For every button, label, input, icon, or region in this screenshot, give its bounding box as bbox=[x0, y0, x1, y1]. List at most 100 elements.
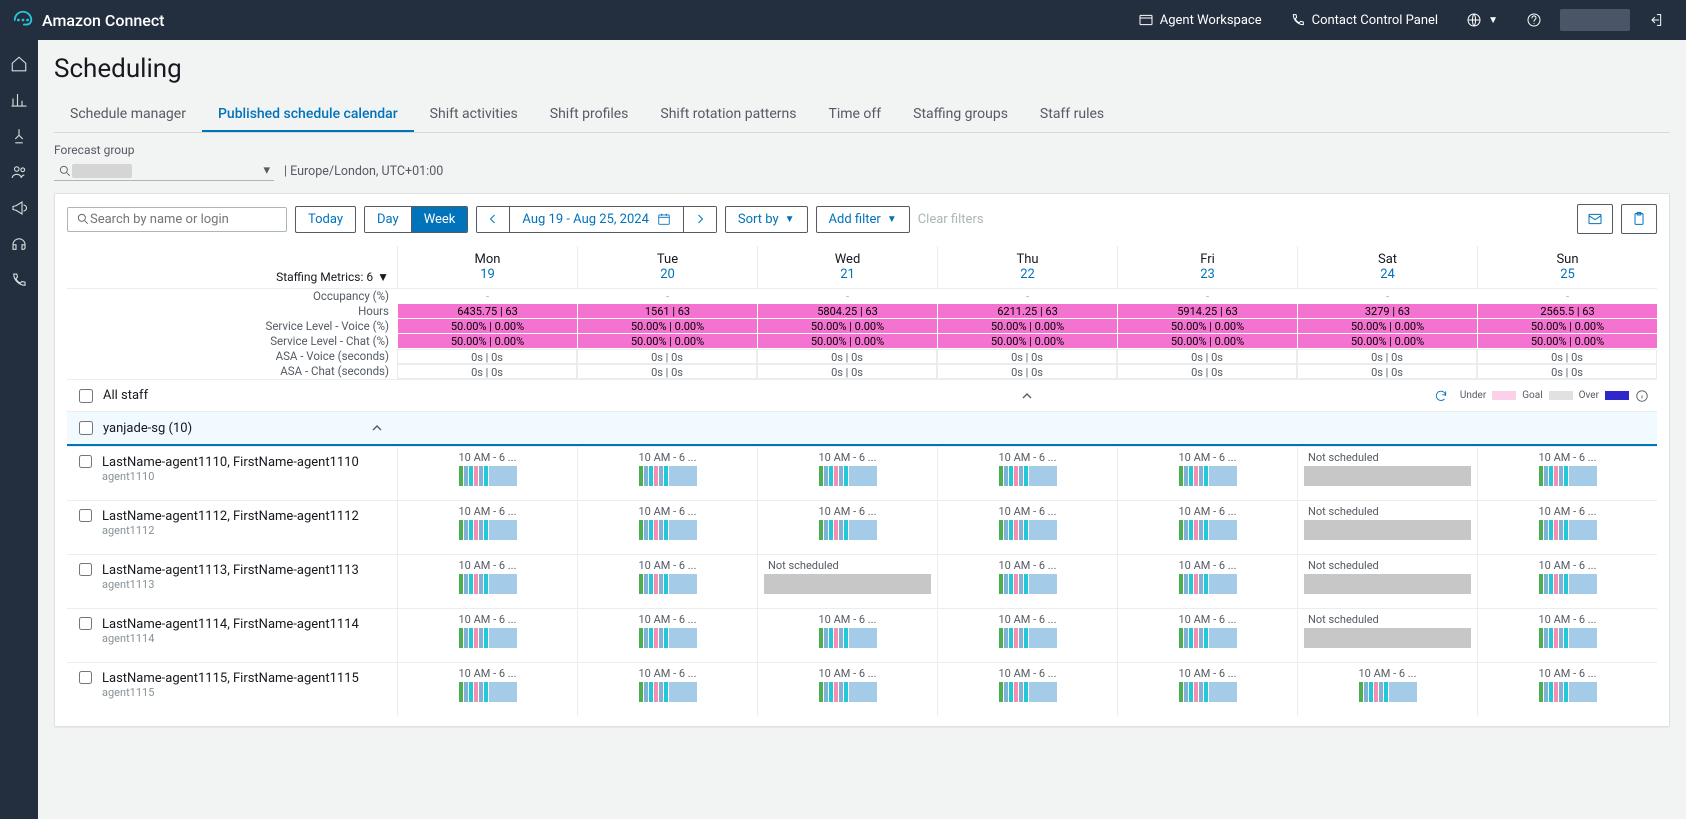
metric-cell: 0s | 0s bbox=[397, 364, 577, 379]
metric-cell: - bbox=[397, 289, 577, 304]
forecast-group-select[interactable]: ▾ bbox=[54, 161, 274, 181]
schedule-cell[interactable]: 10 AM - 6 ... bbox=[1477, 555, 1657, 608]
sort-by-button[interactable]: Sort by▼ bbox=[725, 206, 808, 233]
schedule-cell[interactable]: 10 AM - 6 ... bbox=[937, 663, 1117, 716]
schedule-cell[interactable]: 10 AM - 6 ... bbox=[397, 609, 577, 662]
tab-shift-profiles[interactable]: Shift profiles bbox=[534, 98, 645, 132]
refresh-icon[interactable] bbox=[1434, 389, 1448, 403]
schedule-cell[interactable]: Not scheduled bbox=[1297, 501, 1477, 554]
agent-workspace-button[interactable]: Agent Workspace bbox=[1128, 8, 1272, 32]
day-header[interactable]: Mon19 bbox=[397, 246, 577, 289]
week-button[interactable]: Week bbox=[411, 207, 468, 232]
agent-checkbox[interactable] bbox=[79, 455, 92, 468]
collapse-metrics-button[interactable] bbox=[1017, 386, 1037, 406]
clipboard-button[interactable] bbox=[1621, 204, 1657, 234]
schedule-cell[interactable]: 10 AM - 6 ... bbox=[937, 609, 1117, 662]
sidebar-headset-icon[interactable] bbox=[3, 228, 35, 260]
schedule-cell[interactable]: 10 AM - 6 ... bbox=[1297, 663, 1477, 716]
inbox-button[interactable] bbox=[1577, 204, 1613, 234]
sidebar-home-icon[interactable] bbox=[3, 48, 35, 80]
schedule-cell[interactable]: 10 AM - 6 ... bbox=[757, 663, 937, 716]
schedule-cell[interactable]: 10 AM - 6 ... bbox=[1477, 501, 1657, 554]
metric-cell: 2565.5 | 63 bbox=[1477, 304, 1657, 319]
schedule-cell[interactable]: 10 AM - 6 ... bbox=[1117, 555, 1297, 608]
tab-shift-rotation-patterns[interactable]: Shift rotation patterns bbox=[644, 98, 812, 132]
sidebar-announce-icon[interactable] bbox=[3, 192, 35, 224]
search-icon bbox=[76, 212, 90, 226]
tab-staff-rules[interactable]: Staff rules bbox=[1024, 98, 1120, 132]
forecast-group-label: Forecast group bbox=[54, 143, 1670, 157]
schedule-cell[interactable]: 10 AM - 6 ... bbox=[757, 609, 937, 662]
schedule-cell[interactable]: 10 AM - 6 ... bbox=[1477, 447, 1657, 500]
agent-checkbox[interactable] bbox=[79, 671, 92, 684]
sidebar-metrics-icon[interactable] bbox=[3, 84, 35, 116]
schedule-cell[interactable]: 10 AM - 6 ... bbox=[1117, 501, 1297, 554]
tab-schedule-manager[interactable]: Schedule manager bbox=[54, 98, 202, 132]
today-button[interactable]: Today bbox=[295, 206, 356, 233]
schedule-cell[interactable]: 10 AM - 6 ... bbox=[397, 663, 577, 716]
day-header[interactable]: Tue20 bbox=[577, 246, 757, 289]
schedule-cell[interactable]: 10 AM - 6 ... bbox=[1117, 609, 1297, 662]
schedule-cell[interactable]: 10 AM - 6 ... bbox=[757, 447, 937, 500]
help-button[interactable] bbox=[1516, 8, 1552, 32]
agent-checkbox[interactable] bbox=[79, 509, 92, 522]
schedule-cell[interactable]: 10 AM - 6 ... bbox=[397, 555, 577, 608]
tab-published-schedule-calendar[interactable]: Published schedule calendar bbox=[202, 98, 414, 132]
agent-checkbox[interactable] bbox=[79, 563, 92, 576]
logout-button[interactable] bbox=[1638, 8, 1674, 32]
metric-cell: 5914.25 | 63 bbox=[1117, 304, 1297, 319]
schedule-cell[interactable]: 10 AM - 6 ... bbox=[577, 663, 757, 716]
schedule-cell[interactable]: 10 AM - 6 ... bbox=[577, 555, 757, 608]
metric-cell: 50.00% | 0.00% bbox=[757, 319, 937, 334]
day-header[interactable]: Fri23 bbox=[1117, 246, 1297, 289]
schedule-cell[interactable]: 10 AM - 6 ... bbox=[757, 501, 937, 554]
tab-shift-activities[interactable]: Shift activities bbox=[414, 98, 534, 132]
search-input[interactable] bbox=[67, 207, 287, 232]
sidebar-users-icon[interactable] bbox=[3, 156, 35, 188]
agent-row: LastName-agent1115, FirstName-agent1115a… bbox=[67, 662, 1657, 716]
day-button[interactable]: Day bbox=[365, 207, 411, 232]
schedule-cell[interactable]: 10 AM - 6 ... bbox=[1477, 609, 1657, 662]
staffing-metrics-toggle[interactable]: Staffing Metrics: 6▼ bbox=[67, 246, 397, 289]
schedule-cell[interactable]: 10 AM - 6 ... bbox=[937, 447, 1117, 500]
day-header[interactable]: Sun25 bbox=[1477, 246, 1657, 289]
tab-time-off[interactable]: Time off bbox=[812, 98, 897, 132]
schedule-cell[interactable]: 10 AM - 6 ... bbox=[937, 555, 1117, 608]
schedule-cell[interactable]: 10 AM - 6 ... bbox=[937, 501, 1117, 554]
metric-cell: 0s | 0s bbox=[577, 349, 757, 364]
sidebar-routing-icon[interactable] bbox=[3, 120, 35, 152]
schedule-cell[interactable]: Not scheduled bbox=[1297, 609, 1477, 662]
chevron-up-icon[interactable] bbox=[369, 420, 385, 436]
tab-staffing-groups[interactable]: Staffing groups bbox=[897, 98, 1024, 132]
day-header[interactable]: Thu22 bbox=[937, 246, 1117, 289]
schedule-cell[interactable]: 10 AM - 6 ... bbox=[577, 609, 757, 662]
date-range-label[interactable]: Aug 19 - Aug 25, 2024 bbox=[509, 207, 682, 232]
next-button[interactable] bbox=[683, 207, 716, 232]
contact-control-panel-button[interactable]: Contact Control Panel bbox=[1280, 8, 1448, 32]
schedule-cell[interactable]: 10 AM - 6 ... bbox=[577, 447, 757, 500]
add-filter-button[interactable]: Add filter▼ bbox=[816, 206, 910, 233]
language-selector[interactable]: ▼ bbox=[1456, 8, 1508, 32]
schedule-cell[interactable]: Not scheduled bbox=[757, 555, 937, 608]
info-icon[interactable] bbox=[1635, 389, 1649, 403]
day-header[interactable]: Wed21 bbox=[757, 246, 937, 289]
schedule-cell[interactable]: 10 AM - 6 ... bbox=[397, 447, 577, 500]
schedule-cell[interactable]: 10 AM - 6 ... bbox=[1477, 663, 1657, 716]
all-staff-checkbox[interactable] bbox=[79, 389, 93, 403]
day-header[interactable]: Sat24 bbox=[1297, 246, 1477, 289]
schedule-cell[interactable]: 10 AM - 6 ... bbox=[1117, 447, 1297, 500]
schedule-cell[interactable]: 10 AM - 6 ... bbox=[577, 501, 757, 554]
schedule-cell[interactable]: Not scheduled bbox=[1297, 447, 1477, 500]
metric-label: Service Level - Voice (%) bbox=[67, 319, 397, 334]
schedule-cell[interactable]: Not scheduled bbox=[1297, 555, 1477, 608]
group-checkbox[interactable] bbox=[79, 421, 93, 435]
prev-button[interactable] bbox=[477, 207, 509, 232]
schedule-cell[interactable]: 10 AM - 6 ... bbox=[1117, 663, 1297, 716]
agent-checkbox[interactable] bbox=[79, 617, 92, 630]
sidebar-phone-icon[interactable] bbox=[3, 264, 35, 296]
user-menu[interactable] bbox=[1560, 9, 1630, 31]
amazon-connect-logo-icon bbox=[12, 9, 34, 31]
agent-name: LastName-agent1112, FirstName-agent1112 bbox=[102, 509, 359, 524]
schedule-cell[interactable]: 10 AM - 6 ... bbox=[397, 501, 577, 554]
metric-cell: 0s | 0s bbox=[1297, 364, 1477, 379]
